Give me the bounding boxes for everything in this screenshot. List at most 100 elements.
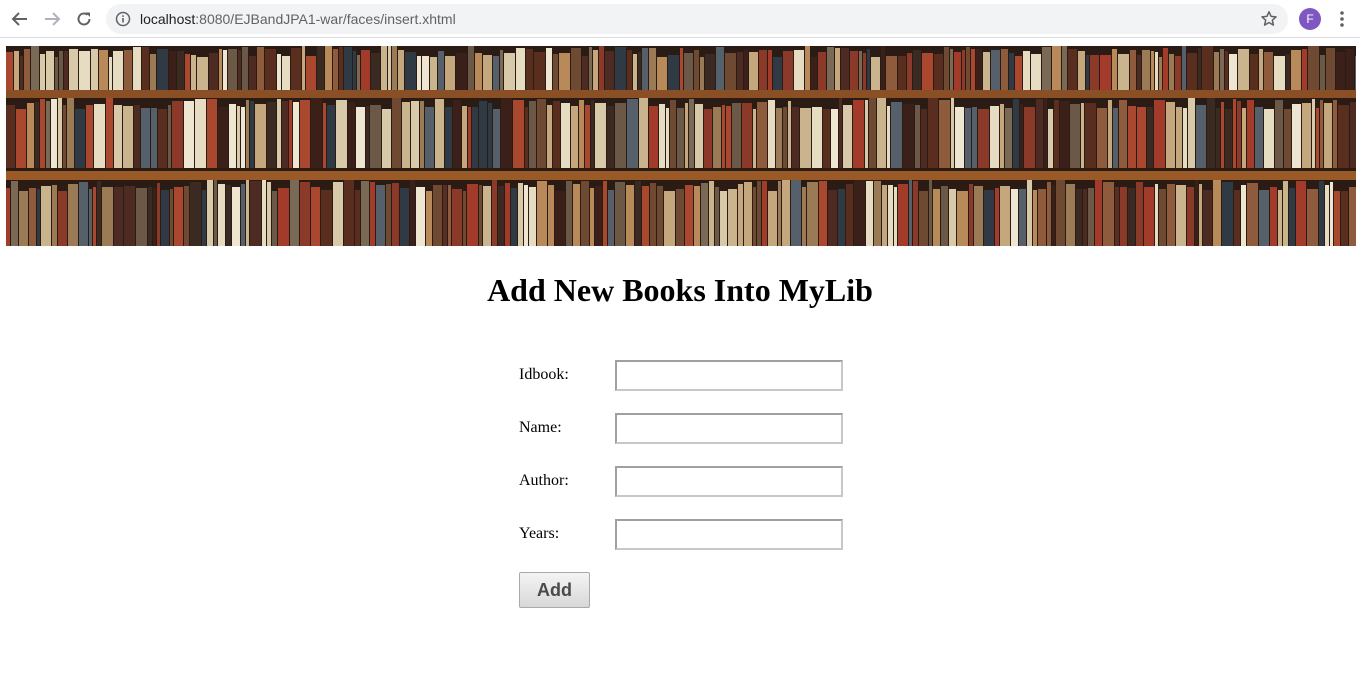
shelf-board — [6, 171, 1356, 180]
book-spine — [353, 51, 356, 90]
book-spine — [1341, 191, 1348, 246]
book-spine — [177, 51, 184, 90]
book-spine — [79, 51, 90, 90]
book-spine — [1202, 46, 1213, 90]
more-menu-icon[interactable] — [1332, 9, 1352, 29]
book-spine — [579, 100, 584, 168]
book-spine — [381, 46, 387, 90]
profile-avatar[interactable]: F — [1299, 8, 1321, 30]
book-spine — [69, 49, 78, 90]
book-spine — [52, 185, 57, 246]
book-spine — [102, 187, 113, 246]
book-spine — [732, 103, 741, 168]
book-spine — [237, 106, 240, 168]
author-row: Author: — [519, 466, 849, 498]
book-spine — [1203, 190, 1212, 246]
book-spine — [1259, 49, 1263, 90]
book-spine — [749, 52, 758, 90]
book-spine — [898, 184, 908, 246]
author-input[interactable] — [615, 466, 843, 497]
book-spine — [991, 50, 1000, 90]
book-spine — [124, 186, 135, 246]
bookmark-star-icon[interactable] — [1260, 10, 1278, 28]
book-spine — [915, 105, 920, 168]
book-spine — [472, 107, 478, 168]
book-spine — [1090, 55, 1099, 90]
book-spine — [255, 104, 266, 168]
book-spine — [392, 46, 397, 90]
book-spine — [443, 185, 447, 246]
reload-icon[interactable] — [72, 7, 96, 31]
book-spine — [670, 100, 676, 168]
book-spine — [223, 50, 227, 90]
book-spine — [585, 105, 590, 168]
book-spine — [573, 184, 580, 246]
url-text[interactable]: localhost:8080/EJBandJPA1-war/faces/inse… — [140, 4, 456, 34]
address-bar[interactable]: localhost:8080/EJBandJPA1-war/faces/inse… — [106, 4, 1288, 34]
book-spine — [14, 51, 19, 90]
book-spine — [1013, 99, 1019, 168]
book-spine — [1085, 103, 1096, 168]
book-spine — [1330, 182, 1333, 246]
book-spine — [11, 181, 18, 246]
book-spine — [1076, 189, 1082, 246]
book-spine — [1325, 185, 1329, 246]
book-spine — [1137, 107, 1146, 168]
book-spine — [392, 98, 401, 168]
years-input[interactable] — [615, 519, 843, 550]
book-spine — [504, 53, 515, 90]
book-spine — [659, 104, 665, 168]
url-path: :8080/EJBandJPA1-war/faces/insert.xhtml — [195, 11, 456, 27]
book-spine — [1169, 54, 1174, 90]
book-spine — [768, 50, 772, 90]
book-spine — [37, 189, 40, 246]
name-input[interactable] — [615, 413, 843, 444]
book-spine — [1284, 109, 1291, 168]
book-spine — [456, 53, 467, 90]
book-spine — [86, 105, 93, 168]
book-spine — [838, 189, 845, 246]
url-host: localhost — [140, 11, 196, 27]
book-spine — [607, 106, 614, 168]
book-spine — [306, 56, 316, 90]
book-spine — [479, 101, 487, 168]
forward-arrow-icon[interactable] — [40, 7, 64, 31]
idbook-input[interactable] — [615, 360, 843, 391]
book-spine — [242, 47, 248, 90]
book-spine — [603, 181, 607, 246]
book-spine — [928, 98, 938, 168]
book-spine — [1011, 189, 1018, 246]
book-spine — [267, 102, 276, 168]
book-spine — [202, 190, 206, 246]
book-spine — [559, 53, 570, 90]
book-spine — [768, 100, 775, 168]
book-spine — [1320, 100, 1323, 168]
add-button[interactable]: Add — [519, 572, 590, 608]
book-spine — [136, 188, 147, 246]
book-spine — [68, 184, 78, 246]
book-spine — [886, 56, 897, 90]
book-spine — [957, 191, 968, 246]
book-spine — [877, 98, 886, 168]
book-spine — [191, 55, 196, 90]
book-spine — [241, 184, 245, 246]
book-spine — [695, 104, 703, 168]
book-spine — [123, 106, 133, 168]
site-info-icon[interactable] — [115, 11, 131, 27]
book-spine — [800, 108, 811, 168]
book-spine — [1333, 100, 1337, 168]
book-spine — [627, 50, 632, 90]
book-spine — [589, 47, 592, 90]
book-spine — [1195, 180, 1198, 246]
book-spine — [881, 46, 885, 90]
book-spine — [1113, 108, 1118, 168]
book-spine — [184, 101, 194, 168]
book-spine — [744, 182, 752, 246]
book-spine — [161, 190, 169, 246]
book-spine — [1118, 54, 1129, 90]
book-spine — [16, 109, 26, 168]
book-spine — [909, 180, 912, 246]
back-arrow-icon[interactable] — [8, 7, 32, 31]
book-spine — [1286, 54, 1290, 90]
book-spine — [537, 99, 546, 168]
